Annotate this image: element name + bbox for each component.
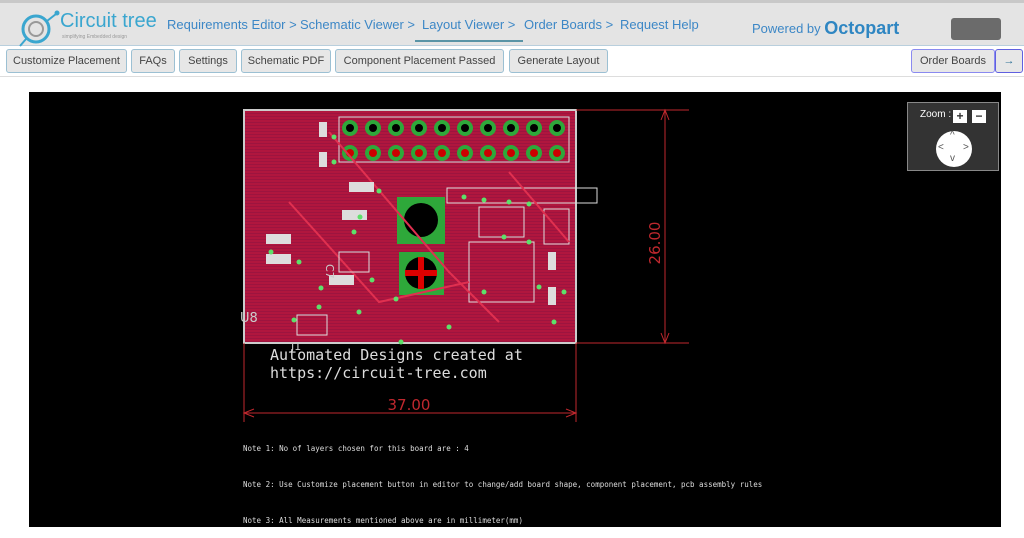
toolbar: Customize Placement FAQs Settings Schema… [0, 47, 1024, 77]
arrow-right-icon[interactable]: → [995, 49, 1023, 73]
via [461, 194, 467, 200]
octopart-brand: Octopart [824, 18, 900, 38]
via [331, 134, 337, 140]
nav-layout-viewer[interactable]: Layout Viewer > [415, 17, 524, 42]
zoom-out-button[interactable]: − [972, 110, 986, 123]
via [316, 304, 322, 310]
via [393, 296, 399, 302]
nav-order-boards[interactable]: Order Boards > [524, 17, 613, 32]
via [446, 324, 452, 330]
zoom-label: Zoom : [920, 109, 952, 120]
via [369, 277, 375, 283]
zoom-control: Zoom : + − ^ < > v [907, 102, 999, 171]
height-dimension: 26.00 [646, 222, 664, 265]
note-1: Note 1: No of layers chosen for this boa… [243, 444, 469, 453]
logo-tagline: simplifying Embedded design [62, 34, 128, 40]
pcb-layout: U8 J1 C7 Automated Designs created at ht… [240, 108, 689, 422]
via [318, 285, 324, 291]
via [526, 239, 532, 245]
via [551, 319, 557, 325]
component-placement-passed-button[interactable]: Component Placement Passed [335, 49, 504, 73]
via [536, 284, 542, 290]
via [398, 339, 404, 345]
pan-down-icon[interactable]: v [950, 153, 955, 164]
via [291, 317, 297, 323]
generate-layout-button[interactable]: Generate Layout [509, 49, 608, 73]
via [296, 259, 302, 265]
via [268, 249, 274, 255]
via [526, 201, 532, 207]
pan-up-icon[interactable]: ^ [950, 130, 955, 141]
width-dimension: 37.00 [388, 396, 431, 414]
ref-u8: U8 [240, 311, 258, 326]
via [357, 214, 363, 220]
nav-request-help[interactable]: Request Help [620, 17, 699, 32]
via [501, 234, 507, 240]
via [331, 159, 337, 165]
note-2: Note 2: Use Customize placement button i… [243, 480, 763, 489]
board-text-line2: https://circuit-tree.com [270, 364, 487, 382]
pan-control[interactable]: ^ < > v [936, 130, 972, 167]
ref-c7: C7 [323, 264, 336, 279]
zoom-in-button[interactable]: + [953, 110, 967, 123]
faqs-button[interactable]: FAQs [131, 49, 175, 73]
powered-by: Powered by Octopart [752, 17, 899, 38]
pan-right-icon[interactable]: > [963, 142, 969, 153]
via [506, 199, 512, 205]
user-button[interactable] [951, 18, 1001, 40]
top-nav-bar: Circuit tree simplifying Embedded design… [0, 0, 1024, 47]
nav-requirements-editor[interactable]: Requirements Editor > [167, 17, 297, 32]
note-3: Note 3: All Measurements mentioned above… [243, 516, 523, 525]
order-boards-button[interactable]: Order Boards [911, 49, 995, 73]
customize-placement-button[interactable]: Customize Placement [6, 49, 127, 73]
layout-canvas[interactable]: U8 J1 C7 Automated Designs created at ht… [29, 92, 1001, 527]
via [376, 188, 382, 194]
via [356, 309, 362, 315]
via [561, 289, 567, 295]
pan-left-icon[interactable]: < [938, 142, 944, 153]
schematic-pdf-button[interactable]: Schematic PDF [241, 49, 331, 73]
logo-title: Circuit tree [60, 10, 157, 32]
board-text-line1: Automated Designs created at [270, 346, 523, 364]
via [481, 197, 487, 203]
via [481, 289, 487, 295]
nav-schematic-viewer[interactable]: Schematic Viewer > [300, 17, 415, 32]
via [351, 229, 357, 235]
settings-button[interactable]: Settings [179, 49, 237, 73]
powered-by-label: Powered by [752, 21, 821, 36]
